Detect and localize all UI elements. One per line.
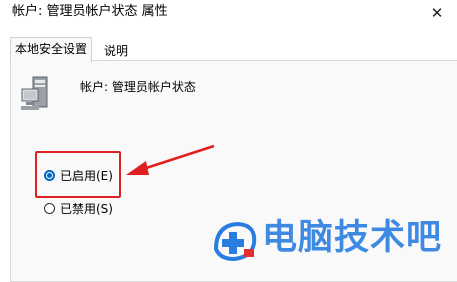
account-label: 帐户: 管理员帐户状态 xyxy=(80,80,196,94)
title-bar: 帐户: 管理员帐户状态 属性 ✕ xyxy=(0,0,457,28)
plus-circle-icon xyxy=(213,221,257,261)
radio-disabled-label: 已禁用(S) xyxy=(60,202,113,216)
radio-disabled[interactable]: 已禁用(S) xyxy=(44,200,113,217)
tab-explain[interactable]: 说明 xyxy=(100,40,132,62)
annotation-arrow-icon xyxy=(126,144,215,175)
radio-disabled-indicator[interactable] xyxy=(44,203,55,214)
tab-strip: 本地安全设置 说明 xyxy=(0,36,457,63)
tab-local-security-setting[interactable]: 本地安全设置 xyxy=(10,37,93,63)
watermark: 电脑技术吧 xyxy=(212,213,457,263)
close-button[interactable]: ✕ xyxy=(417,0,457,26)
highlight-box xyxy=(35,151,121,198)
window-title: 帐户: 管理员帐户状态 属性 xyxy=(12,4,168,19)
watermark-text: 电脑技术吧 xyxy=(262,218,443,258)
computer-server-icon xyxy=(21,76,48,110)
